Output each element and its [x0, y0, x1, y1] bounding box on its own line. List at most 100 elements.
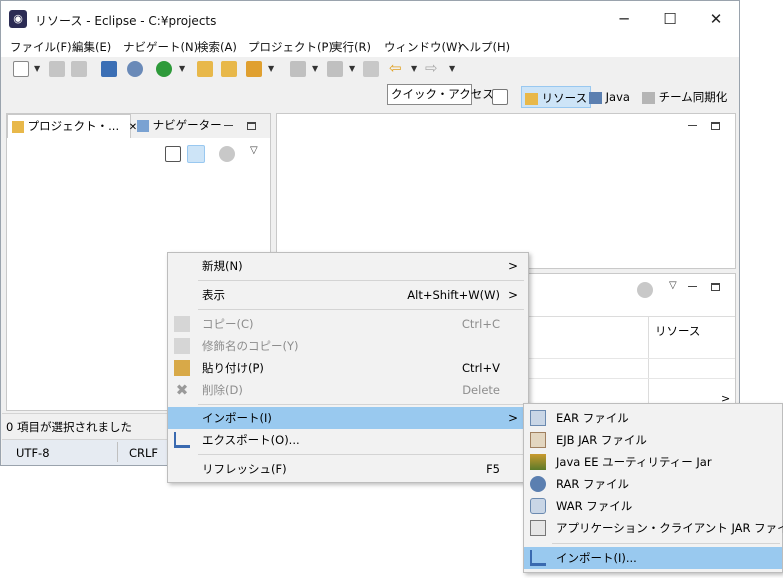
new-dropdown-icon[interactable]: ▼ [34, 64, 40, 73]
import-wizard-icon [530, 550, 546, 566]
new-icon[interactable] [13, 61, 29, 77]
menu-help[interactable]: ヘルプ(H) [458, 39, 510, 55]
menu-item-import[interactable]: インポート(I) > [168, 407, 528, 429]
prev-annotation-icon[interactable] [327, 61, 343, 77]
minimize-button[interactable]: ─ [601, 1, 647, 37]
pen-icon[interactable] [246, 61, 262, 77]
ear-file-icon [530, 410, 546, 426]
filter-icon[interactable] [219, 146, 235, 162]
bottom-minimize-icon[interactable] [688, 286, 697, 287]
submenu-item-import[interactable]: インポート(I)... [524, 547, 782, 569]
bottom-view-menu-icon[interactable]: ▽ [669, 280, 677, 291]
menu-item-copy[interactable]: コピー(C) Ctrl+C [168, 313, 528, 335]
save-all-icon[interactable] [71, 61, 87, 77]
perspective-java[interactable]: Java [589, 86, 630, 108]
menu-item-refresh[interactable]: リフレッシュ(F) F5 [168, 458, 528, 480]
last-edit-icon[interactable] [363, 61, 379, 77]
submenu-arrow-icon: > [507, 288, 518, 302]
submenu-item-ear[interactable]: EAR ファイル [524, 407, 782, 429]
submenu-item-ejb-jar-label: EJB JAR ファイル [556, 433, 647, 447]
menu-item-export-label: エクスポート(O)... [202, 433, 300, 447]
editor-maximize-icon[interactable] [711, 122, 720, 130]
forward-arrow-icon[interactable]: ⇨ [425, 59, 438, 77]
line-ending-status[interactable]: CRLF [129, 446, 158, 460]
submenu-item-app-client-jar[interactable]: アプリケーション・クライアント JAR ファイル [524, 517, 783, 539]
app-client-jar-icon [530, 520, 546, 536]
menu-run[interactable]: 実行(R) [331, 39, 371, 55]
run-dropdown-icon[interactable]: ▼ [179, 64, 185, 73]
left-minimize-icon[interactable] [224, 125, 233, 126]
delete-x-icon: ✖ [175, 381, 189, 399]
submenu-item-war-label: WAR ファイル [556, 499, 633, 513]
submenu-item-javaee-utility-jar[interactable]: Java EE ユーティリティー Jar [524, 451, 782, 473]
menu-item-copy-qualified-name[interactable]: 修飾名のコピー(Y) [168, 335, 528, 357]
link-with-editor-icon[interactable] [187, 145, 205, 163]
menu-item-show-label: 表示 [202, 288, 225, 302]
menu-item-import-label: インポート(I) [202, 411, 272, 425]
bottom-filter-icon[interactable] [637, 282, 653, 298]
export-icon [174, 432, 190, 448]
menu-item-show[interactable]: 表示 Alt+Shift+W(W) > [168, 284, 528, 306]
next-annotation-icon[interactable] [290, 61, 306, 77]
menu-file[interactable]: ファイル(F) [10, 39, 72, 55]
window-title: リソース - Eclipse - C:¥projects [35, 14, 217, 28]
selection-status: 0 項目が選択されました [6, 420, 132, 434]
console-icon[interactable] [101, 61, 117, 77]
quick-access-input[interactable]: クイック・アクセス [387, 84, 494, 105]
menu-navigate[interactable]: ナビゲート(N) [123, 39, 198, 55]
menu-item-new[interactable]: 新規(N) > [168, 255, 528, 277]
back-arrow-icon[interactable]: ⇦ [389, 59, 402, 77]
menu-item-paste-label: 貼り付け(P) [202, 361, 264, 375]
tab-navigator[interactable]: ナビゲーター [133, 114, 226, 138]
maximize-button[interactable]: ☐ [647, 1, 693, 37]
left-tab-bar: プロジェクト・... ✕ ナビゲーター [7, 114, 270, 138]
submenu-item-import-label: インポート(I)... [556, 551, 637, 565]
left-maximize-icon[interactable] [247, 122, 256, 130]
eclipse-app-icon: ◉ [9, 10, 27, 28]
menu-separator [198, 309, 524, 310]
team-sync-icon [642, 91, 655, 104]
next-annotation-dropdown-icon[interactable]: ▼ [312, 64, 318, 73]
pen-dropdown-icon[interactable]: ▼ [268, 64, 274, 73]
settings-gear-icon[interactable] [127, 61, 143, 77]
column-header-resource[interactable]: リソース [655, 323, 700, 339]
perspective-resource[interactable]: リソース [521, 86, 592, 108]
open-perspective-icon[interactable] [492, 89, 508, 105]
menu-search[interactable]: 検索(A) [197, 39, 237, 55]
tab-navigator-label: ナビゲーター [152, 118, 222, 132]
open-folder-icon[interactable] [197, 61, 213, 77]
back-dropdown-icon[interactable]: ▼ [411, 64, 417, 73]
editor-minimize-icon[interactable] [688, 125, 697, 126]
menu-window[interactable]: ウィンドウ(W) [384, 39, 462, 55]
menu-project[interactable]: プロジェクト(P) [248, 39, 333, 55]
title-bar: ◉ リソース - Eclipse - C:¥projects ─ ☐ ✕ [1, 1, 739, 37]
tab-project-explorer[interactable]: プロジェクト・... ✕ [7, 114, 137, 138]
menu-item-delete-label: 削除(D) [202, 383, 243, 397]
open-type-icon[interactable] [221, 61, 237, 77]
java-perspective-icon [589, 91, 602, 104]
menu-item-copy-shortcut: Ctrl+C [461, 317, 500, 331]
paste-icon [174, 360, 190, 376]
prev-annotation-dropdown-icon[interactable]: ▼ [349, 64, 355, 73]
save-icon[interactable] [49, 61, 65, 77]
menu-separator [552, 543, 780, 544]
submenu-item-ejb-jar[interactable]: EJB JAR ファイル [524, 429, 782, 451]
encoding-status[interactable]: UTF-8 [16, 446, 50, 460]
bottom-maximize-icon[interactable] [711, 283, 720, 291]
menu-item-delete[interactable]: ✖ 削除(D) Delete [168, 379, 528, 401]
editor-area [276, 113, 736, 269]
close-button[interactable]: ✕ [693, 1, 739, 37]
forward-dropdown-icon[interactable]: ▼ [449, 64, 455, 73]
submenu-item-war[interactable]: WAR ファイル [524, 495, 782, 517]
project-explorer-icon [12, 120, 24, 133]
collapse-all-icon[interactable] [165, 146, 181, 162]
perspective-team-sync[interactable]: チーム同期化 [642, 86, 727, 108]
menu-edit[interactable]: 編集(E) [72, 39, 111, 55]
view-menu-icon[interactable]: ▽ [250, 145, 258, 156]
submenu-item-rar[interactable]: RAR ファイル [524, 473, 782, 495]
import-submenu: EAR ファイル EJB JAR ファイル Java EE ユーティリティー J… [523, 403, 783, 573]
run-icon[interactable] [156, 61, 172, 77]
submenu-item-ear-label: EAR ファイル [556, 411, 629, 425]
menu-item-paste[interactable]: 貼り付け(P) Ctrl+V [168, 357, 528, 379]
menu-item-export[interactable]: エクスポート(O)... [168, 429, 528, 451]
